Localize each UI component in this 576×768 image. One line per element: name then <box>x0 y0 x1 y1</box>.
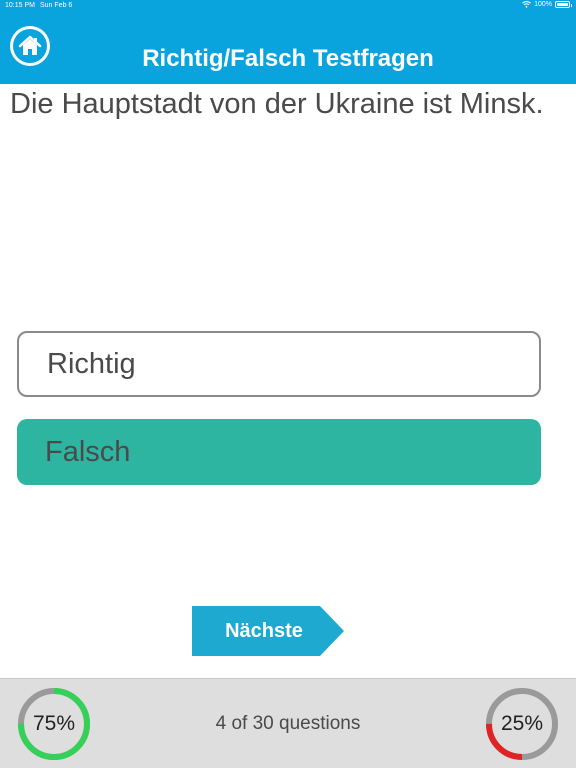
wifi-icon <box>522 1 531 8</box>
page-title: Richtig/Falsch Testfragen <box>142 45 434 72</box>
wrong-score-gauge: 25% <box>485 687 559 761</box>
answer-falsch-button[interactable]: Falsch <box>17 419 541 485</box>
answer-richtig-button[interactable]: Richtig <box>17 331 541 397</box>
next-button[interactable]: Nächste <box>192 606 344 656</box>
status-bar: 10:15 PM Sun Feb 6 100% <box>0 0 576 14</box>
status-date: Sun Feb 6 <box>40 2 73 9</box>
status-right: 100% <box>522 1 572 8</box>
battery-percent: 100% <box>534 1 552 8</box>
answer-label: Richtig <box>47 347 136 380</box>
status-time: 10:15 PM <box>5 2 35 9</box>
next-button-label: Nächste <box>225 620 303 642</box>
answer-label: Falsch <box>45 435 131 468</box>
wrong-percent: 25% <box>500 712 544 735</box>
question-text: Die Hauptstadt von der Ukraine ist Minsk… <box>10 88 544 120</box>
footer-bar: 75% 4 of 30 questions 25% <box>0 678 576 768</box>
battery-icon <box>555 1 572 8</box>
